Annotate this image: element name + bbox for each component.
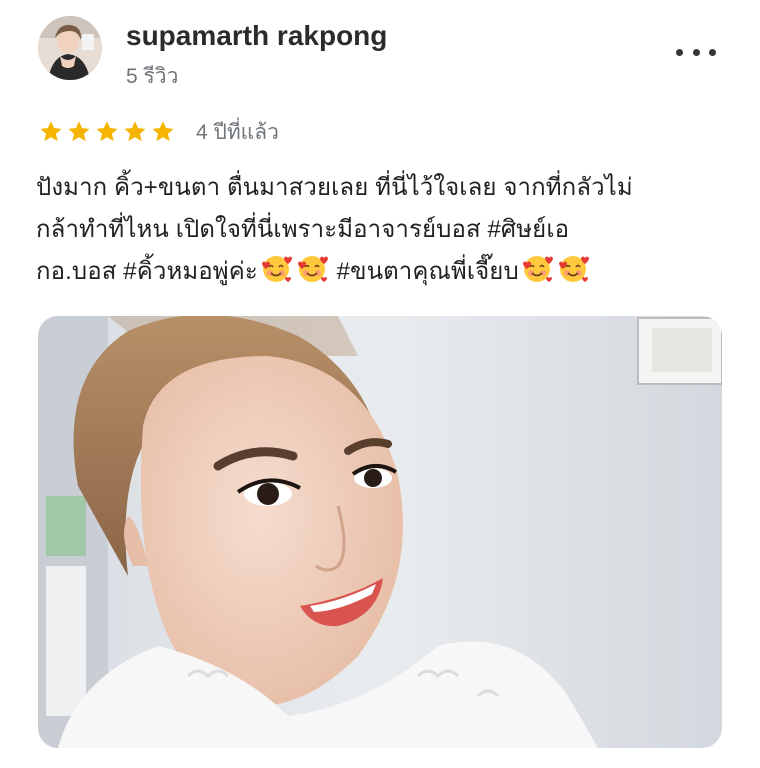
star-icon bbox=[152, 121, 174, 142]
star-icon bbox=[96, 121, 118, 142]
more-horizontal-icon bbox=[676, 48, 683, 56]
smiling-face-with-hearts-icon bbox=[297, 256, 328, 282]
review-text-line-3: กอ.บอส #คิ้วหมอพู่ค่ะ #ขนตาคุณพี่เจี๊ยบ bbox=[36, 251, 736, 293]
more-options-button[interactable] bbox=[676, 42, 716, 62]
review-photo[interactable] bbox=[38, 316, 722, 748]
avatar[interactable] bbox=[38, 16, 102, 80]
review-text-line: ปังมาก คิ้ว+ขนตา ตื่นมาสวยเลย ที่นี่ไว้ใ… bbox=[36, 174, 633, 201]
star-rating bbox=[38, 119, 176, 145]
star-icon bbox=[124, 121, 146, 142]
review-text: ปังมาก คิ้ว+ขนตา ตื่นมาสวยเลย ที่นี่ไว้ใ… bbox=[36, 167, 736, 293]
smiling-face-with-hearts-icon bbox=[261, 256, 292, 282]
review-text-segment: กอ.บอส #คิ้วหมอพู่ค่ะ bbox=[36, 258, 258, 285]
review-photo-image bbox=[38, 316, 722, 748]
smiling-face-with-hearts-icon bbox=[522, 256, 553, 282]
smiling-face-with-hearts-icon bbox=[558, 256, 589, 282]
review-date: 4 ปีที่แล้ว bbox=[196, 120, 279, 144]
author-name[interactable]: supamarth rakpong bbox=[126, 20, 387, 52]
review-text-line: กล้าทำที่ไหน เปิดใจที่นี่เพราะมีอาจารย์บ… bbox=[36, 216, 570, 243]
avatar-image bbox=[38, 16, 102, 80]
more-horizontal-icon-dot bbox=[709, 48, 716, 56]
more-horizontal-icon-dot bbox=[692, 48, 700, 56]
rating-row: 4 ปีที่แล้ว bbox=[38, 115, 279, 149]
star-icon bbox=[40, 121, 62, 142]
author-review-count: 5 รีวิว bbox=[126, 65, 179, 88]
review-text-segment: #ขนตาคุณพี่เจี๊ยบ bbox=[329, 258, 519, 285]
review-header: supamarth rakpong 5 รีวิว bbox=[38, 16, 728, 88]
star-icon bbox=[68, 121, 90, 142]
